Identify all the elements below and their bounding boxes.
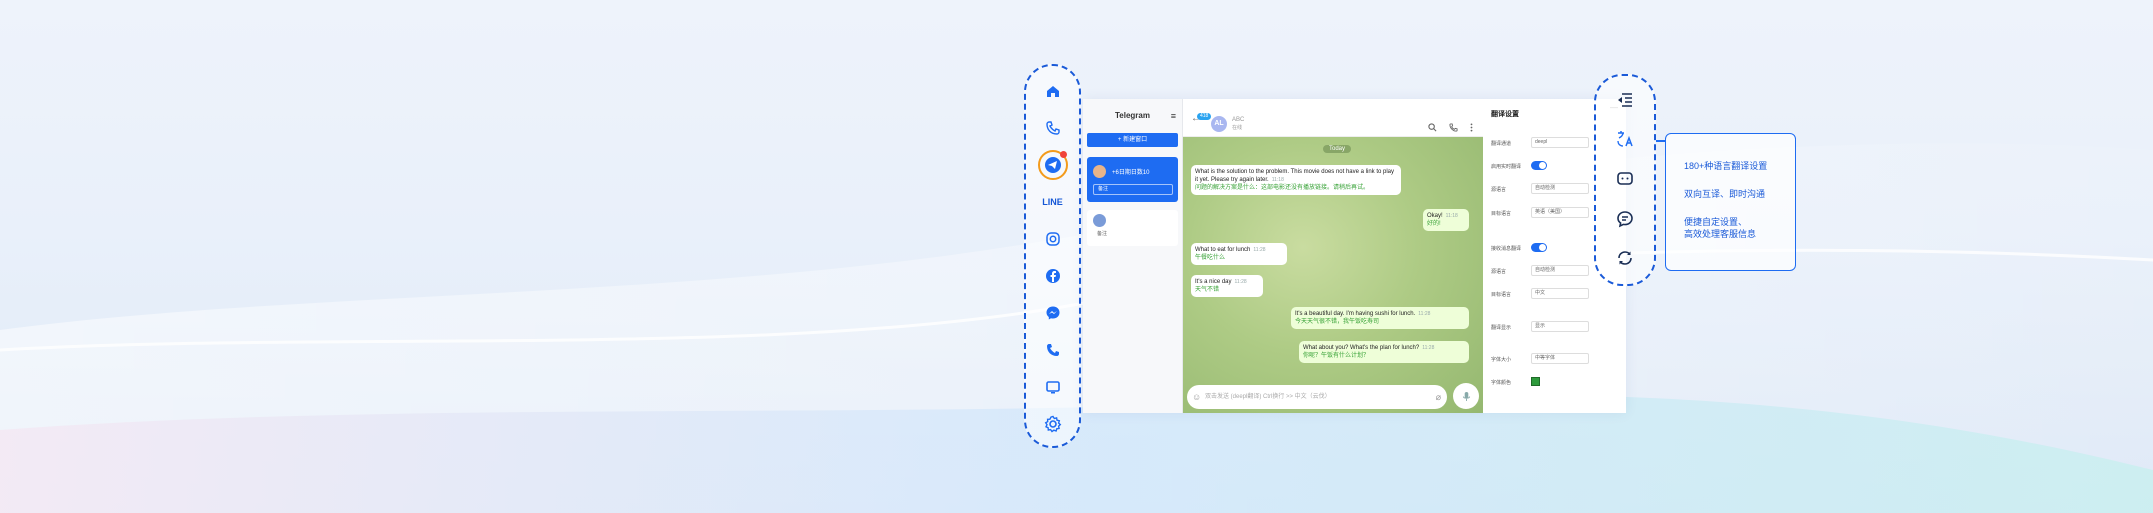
refresh-icon[interactable] (1611, 244, 1639, 272)
chat-header: ← 418 AL ABC 在线 (1183, 99, 1483, 137)
chat-item-name: +6日期日数10 (1112, 170, 1150, 176)
chat-contact-status: 在线 (1232, 125, 1243, 131)
callout-line: 便捷自定设置、 (1684, 217, 1748, 227)
microphone-icon (1462, 391, 1470, 401)
more-icon[interactable] (1470, 119, 1473, 137)
date-separator: Today (1323, 145, 1352, 153)
message-translation: 今天天气很不错，我午饭吃寿司 (1295, 319, 1380, 325)
search-icon[interactable] (1428, 119, 1437, 137)
message-bubble[interactable]: It's a beautiful day. I'm having sushi f… (1291, 307, 1469, 329)
source-language-select[interactable]: 自动检测 (1531, 265, 1589, 276)
line-icon[interactable]: LINE (1038, 187, 1068, 217)
message-input[interactable]: ☺ 双击发送 (deepl翻译) Ctrl换行 >> 中文（云伐） ⌀ (1187, 385, 1447, 409)
feature-callout: 180+种语言翻译设置 双向互译、即时沟通 便捷自定设置、 高效处理客服信息 (1665, 133, 1796, 271)
new-chat-button[interactable]: + 新建窗口 (1087, 133, 1178, 147)
font-size-select[interactable]: 中等字体 (1531, 353, 1589, 364)
attach-icon[interactable]: ⌀ (1436, 385, 1441, 409)
chat-item-note[interactable]: 备注 (1093, 230, 1173, 241)
realtime-translation-toggle[interactable] (1531, 161, 1547, 170)
target-language-select[interactable]: 英语（美国） (1531, 207, 1589, 218)
message-bubble[interactable]: What about you? What's the plan for lunc… (1299, 341, 1469, 363)
phone-icon[interactable] (1038, 113, 1068, 143)
tools-rail (1594, 74, 1656, 286)
chat-list: Telegram ≡ + 新建窗口 +6日期日数10 备注 备注 (1083, 99, 1183, 413)
source-language-select[interactable]: 自动检测 (1531, 183, 1589, 194)
chat-list-item[interactable]: 备注 (1087, 210, 1178, 246)
message-translation: 天气不错 (1195, 287, 1220, 293)
message-bubble[interactable]: It's a nice day 11:28 天气不错 (1191, 275, 1263, 297)
instagram-icon[interactable] (1038, 224, 1068, 254)
chat-header-actions (1428, 119, 1473, 137)
phone-icon[interactable] (1038, 335, 1068, 365)
chat-item-note[interactable]: 备注 (1093, 184, 1173, 195)
channel-select[interactable]: deepl (1531, 137, 1589, 148)
setting-font-color: 字体颜色 (1491, 376, 1612, 388)
chat-pane: ← 418 AL ABC 在线 Today What is the soluti… (1183, 99, 1483, 413)
settings-icon[interactable] (1038, 409, 1068, 439)
notification-dot (1059, 151, 1067, 158)
receive-translation-toggle[interactable] (1531, 243, 1547, 252)
call-icon[interactable] (1449, 119, 1458, 137)
emoji-icon[interactable]: ☺ (1192, 385, 1201, 409)
display-select[interactable]: 显示 (1531, 321, 1589, 332)
chat-bubble-icon[interactable] (1611, 205, 1639, 233)
setting-font-size: 字体大小 中等字体 (1491, 353, 1612, 365)
menu-icon[interactable]: ≡ (1171, 111, 1176, 121)
app-switcher-rail: LINE (1024, 64, 1081, 448)
setting-source-language: 源语言 自动检测 (1491, 265, 1612, 277)
message-input-placeholder: 双击发送 (deepl翻译) Ctrl换行 >> 中文（云伐） (1205, 394, 1331, 400)
app-window: Telegram ≡ + 新建窗口 +6日期日数10 备注 备注 ← 418 A… (1083, 99, 1626, 413)
quick-reply-icon[interactable] (1611, 165, 1639, 193)
chat-contact-name: ABC (1232, 117, 1245, 123)
translate-icon[interactable] (1611, 126, 1639, 154)
message-area: Today What is the solution to the proble… (1183, 137, 1483, 413)
message-translation: 你呢？午饭有什么计划？ (1303, 353, 1370, 359)
unread-badge: 418 (1197, 113, 1212, 120)
message-translation: 问题的解决方案是什么：这部电影还没有播放链接。请稍后再试。 (1195, 185, 1370, 191)
chat-list-item[interactable]: +6日期日数10 备注 (1087, 157, 1178, 202)
message-bubble[interactable]: Okay! 11:18 好的! (1423, 209, 1469, 231)
message-bubble[interactable]: What is the solution to the problem. Thi… (1191, 165, 1401, 195)
avatar (1093, 165, 1106, 178)
setting-target-language: 目标语言 中文 (1491, 288, 1612, 300)
chat-list-title: Telegram (1115, 111, 1150, 120)
target-language-select[interactable]: 中文 (1531, 288, 1589, 299)
messenger-icon[interactable] (1038, 298, 1068, 328)
collapse-icon[interactable] (1611, 86, 1639, 114)
callout-line: 双向互译、即时沟通 (1684, 189, 1766, 199)
telegram-icon[interactable] (1037, 150, 1068, 180)
chat-list-header: Telegram ≡ (1083, 111, 1182, 127)
callout-line: 180+种语言翻译设置 (1684, 161, 1768, 171)
message-bubble[interactable]: What to eat for lunch 11:28 午餐吃什么 (1191, 243, 1287, 265)
callout-line: 高效处理客服信息 (1684, 229, 1757, 239)
message-translation: 好的! (1427, 221, 1441, 227)
font-color-swatch[interactable] (1531, 377, 1540, 386)
home-icon[interactable] (1038, 76, 1068, 106)
message-translation: 午餐吃什么 (1195, 255, 1226, 261)
setting-translation-display: 翻译显示 显示 (1491, 321, 1612, 333)
avatar[interactable]: AL (1211, 116, 1227, 132)
avatar (1093, 214, 1106, 227)
facebook-icon[interactable] (1038, 261, 1068, 291)
monitor-icon[interactable] (1038, 372, 1068, 402)
voice-button[interactable] (1453, 383, 1479, 409)
